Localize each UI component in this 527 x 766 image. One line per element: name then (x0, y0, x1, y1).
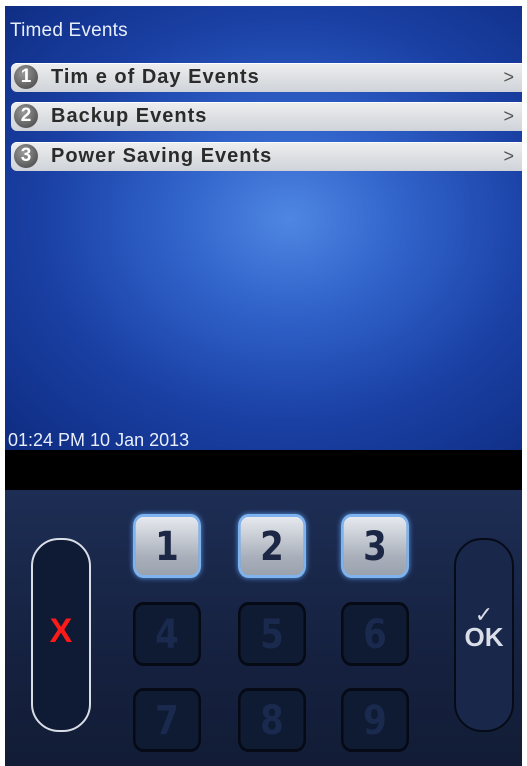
menu-item-backup-events[interactable]: 2 Backup Events > (11, 102, 522, 131)
chevron-right-icon: > (503, 146, 514, 166)
keypad-panel: X 1 2 3 4 5 6 7 8 9 ✓ OK (5, 490, 522, 766)
ok-button[interactable]: ✓ OK (454, 538, 514, 732)
screen-title: Timed Events (10, 20, 128, 41)
menu-item-number-badge: 3 (14, 144, 38, 168)
menu-item-label: Backup Events (51, 105, 208, 127)
chevron-right-icon: > (503, 106, 514, 126)
key-1[interactable]: 1 (133, 514, 201, 578)
menu-item-number-badge: 1 (14, 65, 38, 89)
menu-item-time-of-day-events[interactable]: 1 Tim e of Day Events > (11, 63, 522, 92)
key-9[interactable]: 9 (341, 688, 409, 752)
chevron-right-icon: > (503, 67, 514, 87)
key-4[interactable]: 4 (133, 602, 201, 666)
close-icon: X (49, 612, 73, 650)
menu-item-number-badge: 2 (14, 104, 38, 128)
key-3[interactable]: 3 (341, 514, 409, 578)
menu-item-label: Power Saving Events (51, 145, 273, 167)
key-7[interactable]: 7 (133, 688, 201, 752)
key-5[interactable]: 5 (238, 602, 306, 666)
device: Timed Events 1 Tim e of Day Events > 2 B… (5, 6, 522, 766)
cancel-button[interactable]: X (31, 538, 91, 732)
date-time-display: 01:24 PM 10 Jan 2013 (8, 430, 190, 450)
menu-item-label: Tim e of Day Events (51, 66, 260, 88)
key-2[interactable]: 2 (238, 514, 306, 578)
menu-item-power-saving-events[interactable]: 3 Power Saving Events > (11, 142, 522, 171)
display-screen: Timed Events 1 Tim e of Day Events > 2 B… (5, 6, 522, 450)
ok-label: OK (464, 622, 504, 652)
key-6[interactable]: 6 (341, 602, 409, 666)
key-8[interactable]: 8 (238, 688, 306, 752)
